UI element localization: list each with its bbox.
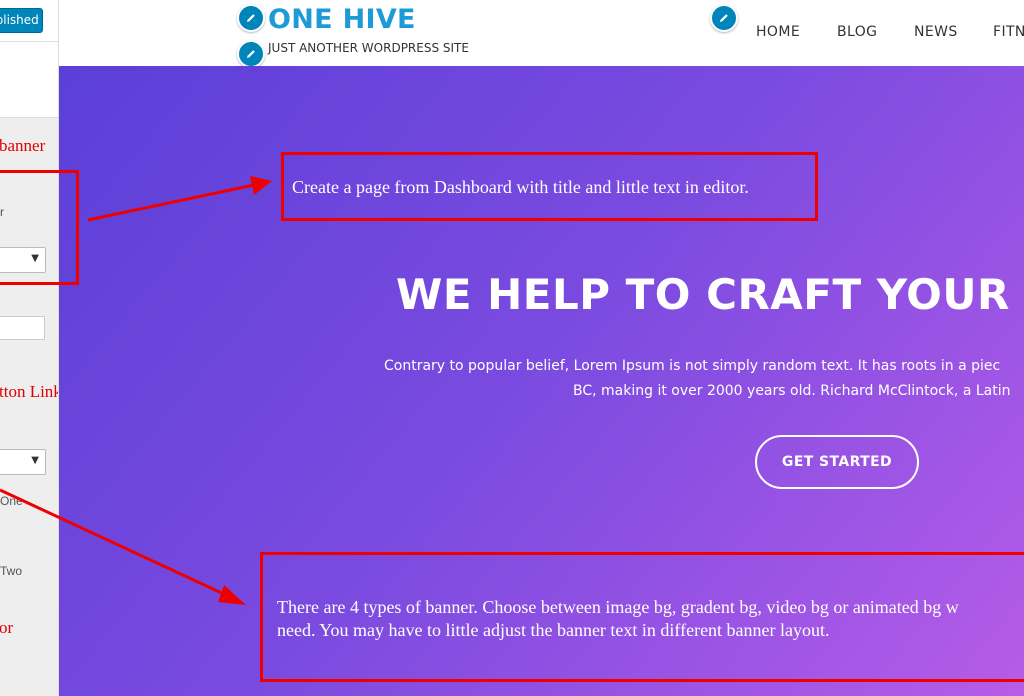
- arrow-head-bottom: [218, 585, 246, 605]
- arrow-head-top: [250, 176, 272, 195]
- arrow-to-bottom-box: [0, 488, 229, 598]
- annotation-arrows: [0, 176, 272, 605]
- arrow-to-top-box: [87, 183, 255, 222]
